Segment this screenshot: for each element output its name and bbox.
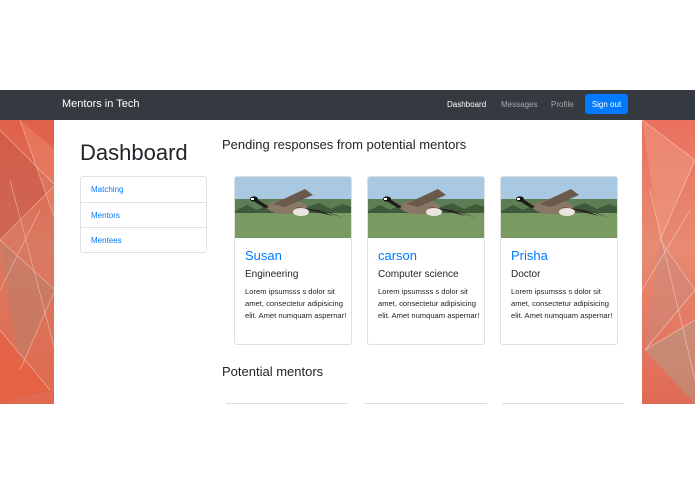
main-content: Dashboard Matching Mentors Mentees Pendi…	[54, 120, 642, 404]
nav-profile-link[interactable]: Profile	[551, 100, 574, 109]
potential-mentor-card[interactable]	[365, 403, 487, 404]
pending-section-title: Pending responses from potential mentors	[222, 137, 467, 152]
goose-image	[368, 177, 484, 238]
mentor-occupation: Engineering	[245, 269, 299, 280]
sidebar-item-mentors[interactable]: Mentors	[81, 202, 206, 227]
mentor-description: Lorem ipsumsss s dolor sit amet, consect…	[245, 287, 347, 321]
brand-logo[interactable]: Mentors in Tech	[62, 98, 139, 110]
sign-out-button[interactable]: Sign out	[585, 94, 628, 114]
nav-dashboard-link[interactable]: Dashboard	[447, 100, 486, 109]
mentor-card[interactable]: Prisha Doctor Lorem ipsumsss s dolor sit…	[500, 176, 618, 345]
potential-mentor-card[interactable]	[502, 403, 624, 404]
goose-image	[235, 177, 351, 238]
app-viewport: Mentors in Tech Dashboard Messages Profi…	[0, 90, 695, 404]
sidebar-item-matching[interactable]: Matching	[81, 177, 206, 202]
sidebar-menu: Matching Mentors Mentees	[80, 176, 207, 253]
mentor-name[interactable]: carson	[378, 248, 417, 263]
mentor-occupation: Computer science	[378, 269, 459, 280]
mentor-description: Lorem ipsumsss s dolor sit amet, consect…	[511, 287, 613, 321]
goose-image	[501, 177, 617, 238]
potential-section-title: Potential mentors	[222, 364, 324, 379]
mentor-name[interactable]: Prisha	[511, 248, 548, 263]
nav-messages-link[interactable]: Messages	[501, 100, 537, 109]
page-background: Mentors in Tech Dashboard Messages Profi…	[0, 0, 695, 494]
top-navbar: Mentors in Tech Dashboard Messages Profi…	[0, 90, 695, 120]
page-title: Dashboard	[80, 140, 188, 165]
mentor-occupation: Doctor	[511, 269, 541, 280]
sidebar-item-mentees[interactable]: Mentees	[81, 227, 206, 252]
mentor-card[interactable]: Susan Engineering Lorem ipsumsss s dolor…	[234, 176, 352, 345]
mentor-card[interactable]: carson Computer science Lorem ipsumsss s…	[367, 176, 485, 345]
mentor-description: Lorem ipsumsss s dolor sit amet, consect…	[378, 287, 480, 321]
potential-mentor-card[interactable]	[226, 403, 348, 404]
mentor-name[interactable]: Susan	[245, 248, 282, 263]
